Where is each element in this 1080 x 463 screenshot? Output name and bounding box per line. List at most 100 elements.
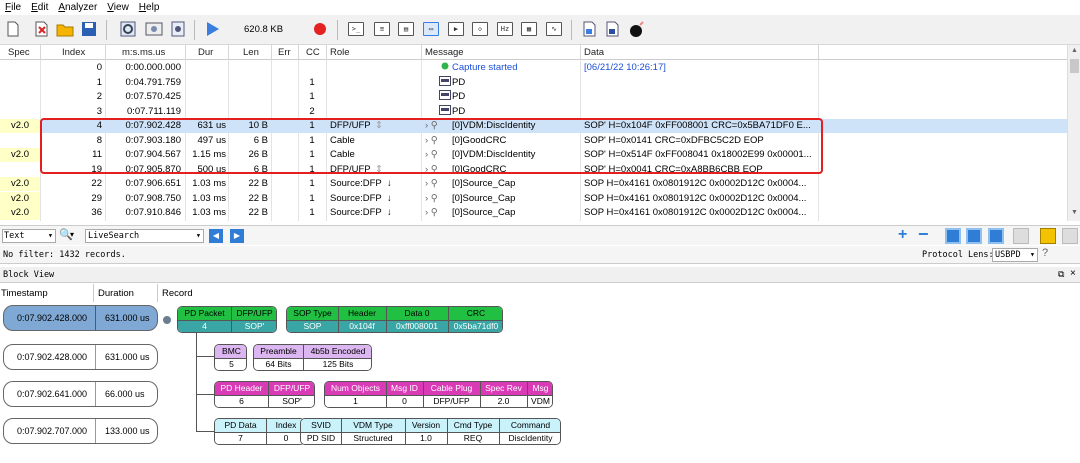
col-index[interactable]: Index <box>62 45 85 60</box>
col-dur[interactable]: Dur <box>198 45 213 60</box>
timestamp-row[interactable]: 0:07.902.428.000 631.000 us <box>3 305 158 331</box>
pd-icon <box>439 90 451 104</box>
capture-grid: Spec Index m:s.ms.us Dur Len Err CC Role… <box>0 45 1067 221</box>
bomb-icon[interactable] <box>628 20 646 38</box>
record-icon[interactable] <box>311 20 329 38</box>
expand-icon[interactable]: + <box>898 227 914 244</box>
cell-role: Source:DFP <box>330 207 382 218</box>
cell-dur <box>185 76 226 90</box>
start-icon <box>441 61 449 75</box>
filter-c-icon[interactable] <box>988 228 1004 244</box>
status-bar: No filter: 1432 records. Protocol Lens: … <box>0 246 1080 264</box>
device2-icon[interactable] <box>169 20 187 38</box>
timestamp-row[interactable]: 0:07.902.641.000 66.000 us <box>3 381 158 407</box>
view-icon[interactable]: >_ <box>348 22 364 36</box>
view6-icon[interactable]: ◇ <box>472 22 488 36</box>
table-row[interactable]: v2.0 11 0:07.904.567 1.15 ms 26 B 1 Cable [0]VD… <box>0 148 1067 162</box>
table-row[interactable]: v2.0 22 0:07.906.651 1.03 ms 22 B 1 Source:DFP… <box>0 177 1067 191</box>
field-value: Structured <box>341 432 405 444</box>
settings-icon[interactable] <box>119 20 137 38</box>
col-spec[interactable]: Spec <box>8 45 30 60</box>
chart-icon[interactable]: ∿ <box>546 22 562 36</box>
table-row[interactable]: 8 0:07.903.180 497 us 6 B 1 Cable [0]GoodCRC SO… <box>0 134 1067 148</box>
menu-edit[interactable]: Edit <box>26 0 53 15</box>
play-icon[interactable] <box>203 20 221 38</box>
table-row[interactable]: 3 0:07.711.119 2 PD <box>0 104 1067 119</box>
lens-select[interactable]: USBPD ▾ <box>992 248 1038 262</box>
cell-role <box>330 105 420 119</box>
grid-scrollbar[interactable]: ▲ ▼ <box>1067 45 1080 221</box>
export2-icon[interactable] <box>603 20 621 38</box>
field-value: 6 <box>215 395 268 407</box>
col-err[interactable]: Err <box>278 45 291 60</box>
col-role[interactable]: Role <box>330 45 350 60</box>
filter-type-value: Text <box>4 231 25 241</box>
view5-icon[interactable]: ▶ <box>448 22 464 36</box>
col-len[interactable]: Len <box>243 45 259 60</box>
cell-err <box>271 119 296 133</box>
view3-icon[interactable]: ▤ <box>398 22 414 36</box>
menu-analyzer[interactable]: Analyzer <box>53 0 102 15</box>
export-icon[interactable] <box>580 20 598 38</box>
field-value: PD SID <box>301 432 341 444</box>
hz-icon[interactable]: Hz <box>497 22 513 36</box>
table-row[interactable]: 2 0:07.570.425 1 PD <box>0 90 1067 104</box>
table-row[interactable]: v2.0 29 0:07.908.750 1.03 ms 22 B 1 Source:DFP… <box>0 191 1067 206</box>
col-data[interactable]: Data <box>584 45 604 60</box>
highlight-icon[interactable] <box>1040 228 1056 244</box>
sop-packet-block[interactable]: SOP Type SOP Header 0x104f Data 0 0xff008001 C… <box>286 306 503 333</box>
new-icon[interactable] <box>4 20 22 38</box>
view4-icon[interactable]: ▭ <box>423 22 439 36</box>
live-search-input[interactable]: LiveSearch ▾ <box>85 229 204 243</box>
search-next-button[interactable]: ▶ <box>230 229 244 243</box>
timestamp-row[interactable]: 0:07.902.428.000 631.000 us <box>3 344 158 370</box>
table-row[interactable]: 0 0:00.000.000 Capture started [06/21/22 10… <box>0 61 1067 75</box>
field-name: CRC <box>448 307 502 320</box>
num-objects-block[interactable]: Num Objects 1 Msg ID 0 Cable Plug DFP/UFP Spec… <box>324 381 553 408</box>
cell-err <box>271 105 296 119</box>
preamble-block[interactable]: Preamble 64 Bits 4b5b Encoded 125 Bits <box>253 344 372 371</box>
pd-header-block[interactable]: PD Header 6 DFP/UFP SOP' <box>214 381 315 408</box>
menu-view[interactable]: View <box>102 0 134 15</box>
menu-file[interactable]: File <box>0 0 26 15</box>
bmc-block[interactable]: BMC 5 <box>214 344 247 371</box>
save-icon[interactable] <box>80 20 98 38</box>
table-row[interactable]: v2.0 4 0:07.902.428 631 us 10 B 1 DFP/UFP [0]VD… <box>0 119 1067 134</box>
col-cc[interactable]: CC <box>306 45 320 60</box>
cell-message: [0]VDM:DiscIdentity <box>452 149 536 160</box>
col-message[interactable]: Message <box>425 45 464 60</box>
cell-cc: 1 <box>309 120 315 131</box>
pd-data-block[interactable]: PD Data 7 Index 0 <box>214 418 305 445</box>
timestamp-value: 0:07.902.707.000 <box>17 426 88 436</box>
svid-block[interactable]: SVID PD SID VDM Type Structured Version 1.0 Cm… <box>300 418 561 445</box>
field-name: Header <box>338 307 386 320</box>
collapse-icon[interactable]: − <box>918 225 934 244</box>
record-status: No filter: 1432 records. <box>3 250 126 260</box>
table-row[interactable]: 19 0:07.905.870 500 us 6 B 1 DFP/UFP [0]GoodCR… <box>0 163 1067 177</box>
grid-view-icon[interactable]: ▦ <box>521 22 537 36</box>
pd-packet-block[interactable]: PD Packet 4 DFP/UFP SOP' <box>177 306 277 333</box>
lens-help-icon[interactable]: ? <box>1042 247 1048 259</box>
menu-help[interactable]: Help <box>134 0 165 15</box>
close-icon[interactable]: × <box>1070 268 1076 279</box>
view2-icon[interactable]: ≡ <box>374 22 390 36</box>
filter-a-icon[interactable] <box>945 228 961 244</box>
expand-dot[interactable] <box>163 316 171 324</box>
timestamp-row[interactable]: 0:07.902.707.000 133.000 us <box>3 418 158 444</box>
close-capture-icon[interactable] <box>33 20 51 38</box>
block-view-header: Timestamp Duration Record <box>0 284 1080 302</box>
field-value: 7 <box>215 432 266 444</box>
cell-dur <box>185 90 226 104</box>
float-icon[interactable]: ⧉ <box>1058 269 1064 280</box>
cell-time: 0:07.910.846 <box>125 207 181 218</box>
col-time[interactable]: m:s.ms.us <box>122 45 165 60</box>
cell-dur: 1.03 ms <box>192 178 226 189</box>
filter-b-icon[interactable] <box>966 228 982 244</box>
device-icon[interactable] <box>145 20 163 38</box>
table-row[interactable]: v2.0 36 0:07.910.846 1.03 ms 22 B 1 Source:DFP… <box>0 206 1067 220</box>
cell-index: 3 <box>96 105 102 117</box>
table-row[interactable]: 1 0:04.791.759 1 PD <box>0 75 1067 90</box>
filter-type-select[interactable]: Text ▾ <box>2 229 56 243</box>
search-prev-button[interactable]: ◀ <box>209 229 223 243</box>
open-icon[interactable] <box>56 20 74 38</box>
